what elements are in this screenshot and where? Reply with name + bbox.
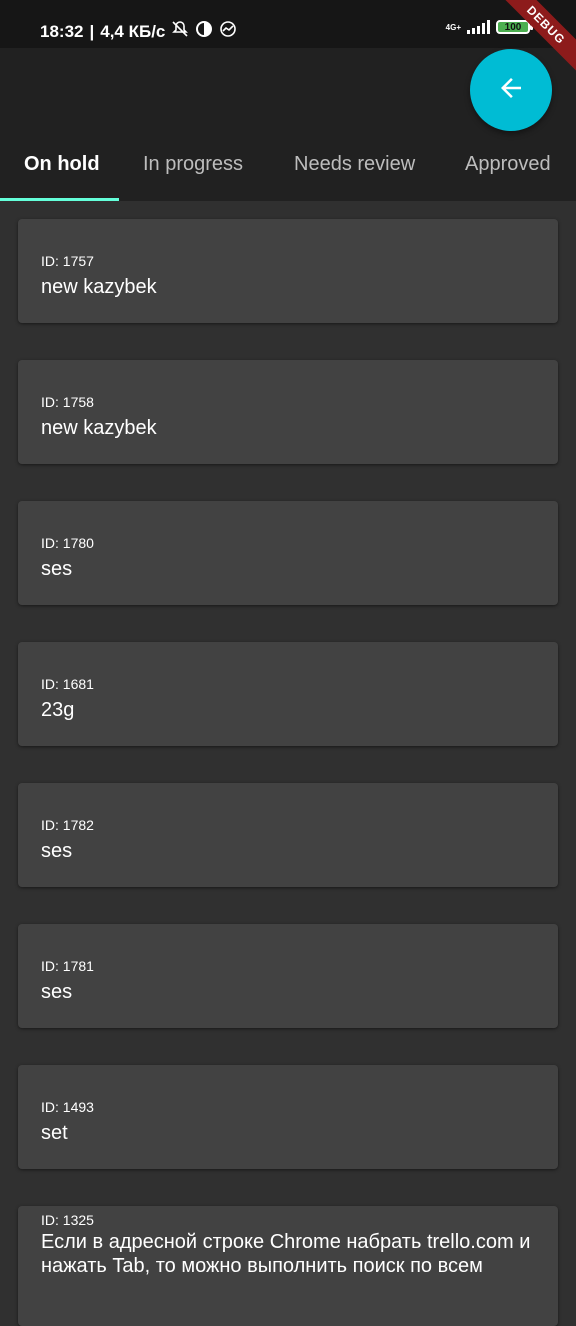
trend-icon bbox=[219, 20, 237, 43]
tab-bar: On hold In progress Needs review Approve… bbox=[0, 140, 576, 201]
task-title: ses bbox=[41, 558, 73, 580]
data-saver-icon bbox=[195, 20, 213, 43]
status-right: 4G+ 100 bbox=[445, 20, 533, 34]
status-bar: 18:32 | 4,4 КБ/с 4G+ 100 bbox=[0, 0, 576, 48]
task-id: ID: 1781 bbox=[41, 958, 94, 974]
bell-off-icon bbox=[171, 20, 189, 43]
task-title: new kazybek bbox=[41, 417, 157, 439]
task-card[interactable]: ID: 1325 Если в адресной строке Chrome н… bbox=[18, 1206, 558, 1326]
task-card[interactable]: ID: 1681 23g bbox=[18, 642, 558, 746]
task-title: new kazybek bbox=[41, 276, 157, 298]
tab-approved[interactable]: Approved bbox=[465, 153, 551, 176]
task-card[interactable]: ID: 1781 ses bbox=[18, 924, 558, 1028]
task-card[interactable]: ID: 1757 new kazybek bbox=[18, 219, 558, 323]
back-button[interactable] bbox=[470, 49, 552, 131]
task-id: ID: 1757 bbox=[41, 253, 94, 269]
tab-needs-review[interactable]: Needs review bbox=[294, 153, 415, 176]
status-separator: | bbox=[89, 21, 95, 41]
task-card[interactable]: ID: 1780 ses bbox=[18, 501, 558, 605]
tab-in-progress[interactable]: In progress bbox=[143, 153, 243, 176]
status-time: 18:32 bbox=[40, 21, 84, 41]
arrow-left-icon bbox=[496, 73, 526, 108]
signal-icon bbox=[467, 20, 490, 34]
battery-icon: 100 bbox=[496, 20, 533, 34]
task-id: ID: 1325 bbox=[41, 1212, 94, 1228]
task-id: ID: 1681 bbox=[41, 676, 94, 692]
task-id: ID: 1782 bbox=[41, 817, 94, 833]
battery-level: 100 bbox=[504, 21, 522, 33]
task-card[interactable]: ID: 1782 ses bbox=[18, 783, 558, 887]
task-id: ID: 1758 bbox=[41, 394, 94, 410]
task-id: ID: 1780 bbox=[41, 535, 94, 551]
task-title: set bbox=[41, 1122, 68, 1144]
tab-indicator bbox=[0, 198, 119, 201]
task-title: ses bbox=[41, 840, 73, 862]
status-speed: 4,4 КБ/с bbox=[100, 21, 166, 41]
task-card[interactable]: ID: 1493 set bbox=[18, 1065, 558, 1169]
task-title: Если в адресной строке Chrome набрать tr… bbox=[41, 1231, 531, 1277]
task-title: ses bbox=[41, 981, 73, 1003]
task-card[interactable]: ID: 1758 new kazybek bbox=[18, 360, 558, 464]
task-id: ID: 1493 bbox=[41, 1099, 94, 1115]
task-title: 23g bbox=[41, 699, 75, 721]
network-type: 4G+ bbox=[445, 22, 461, 32]
status-left: 18:32 | 4,4 КБ/с bbox=[40, 20, 237, 43]
tab-on-hold[interactable]: On hold bbox=[24, 153, 100, 176]
